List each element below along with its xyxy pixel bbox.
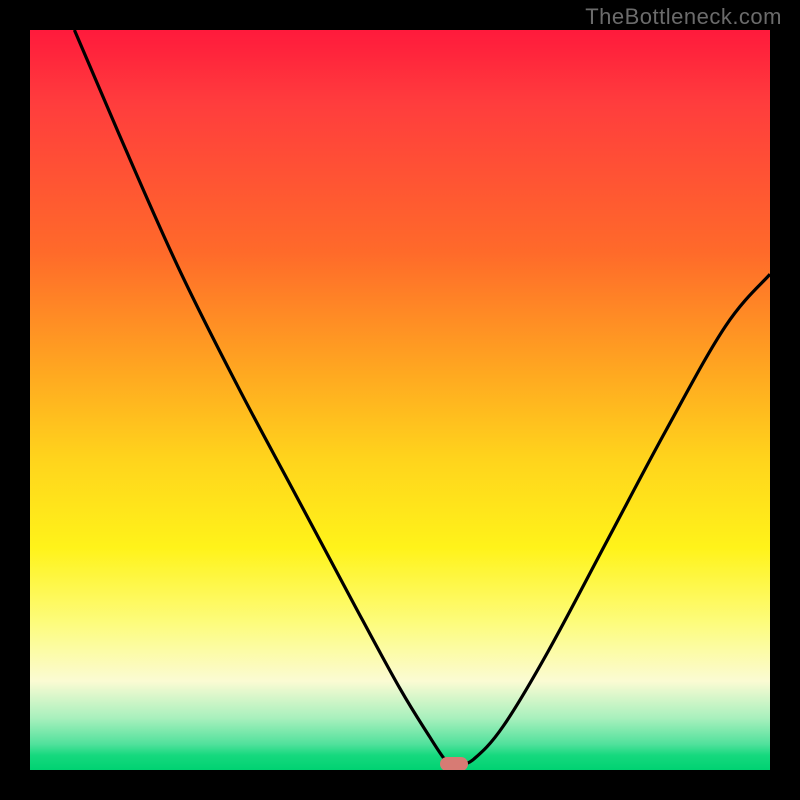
bottleneck-curve <box>30 30 770 770</box>
chart-frame: TheBottleneck.com <box>0 0 800 800</box>
optimal-marker-pill <box>440 757 468 770</box>
bottleneck-curve-path <box>74 30 770 765</box>
plot-area <box>30 30 770 770</box>
optimal-marker <box>440 757 468 770</box>
watermark-label: TheBottleneck.com <box>585 4 782 30</box>
